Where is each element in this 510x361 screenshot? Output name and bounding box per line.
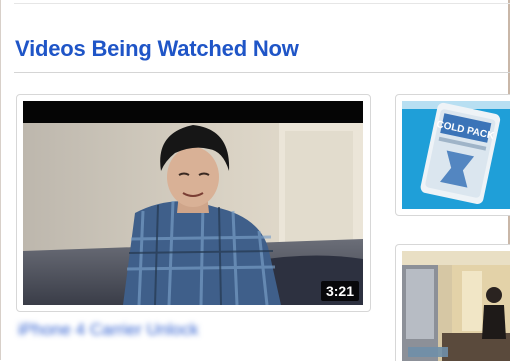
side-video-card-2 bbox=[395, 244, 510, 361]
video-duration-badge: 3:21 bbox=[320, 281, 359, 301]
side-video-card-1: COLD PACK bbox=[395, 94, 510, 216]
featured-video-title-link[interactable]: iPhone 4 Carrier Unlock bbox=[18, 320, 198, 340]
room-thumbnail-image bbox=[402, 251, 510, 361]
side-video-thumbnail-1[interactable]: COLD PACK bbox=[402, 101, 510, 209]
featured-video-thumbnail[interactable]: 3:21 bbox=[23, 101, 363, 305]
side-video-thumbnail-2[interactable] bbox=[402, 251, 510, 361]
video-thumbnail-image bbox=[23, 101, 363, 305]
frame-border-left bbox=[0, 0, 1, 360]
section-title: Videos Being Watched Now bbox=[15, 36, 299, 61]
top-divider bbox=[14, 3, 510, 4]
featured-video-card: 3:21 bbox=[16, 94, 371, 312]
cold-pack-thumbnail-image: COLD PACK bbox=[402, 101, 510, 209]
title-divider bbox=[14, 72, 510, 73]
